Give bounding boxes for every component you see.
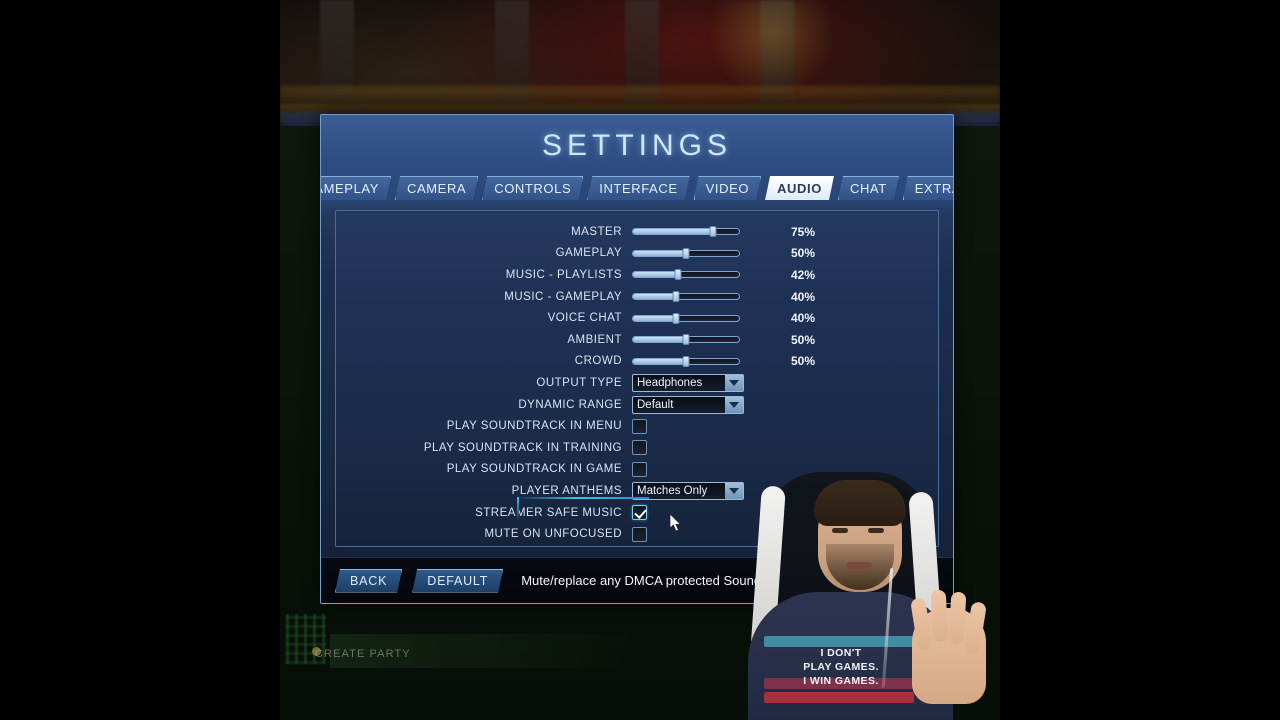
label-soundtrack-training: PLAY SOUNDTRACK IN TRAINING (423, 441, 622, 454)
value-master: 75% (791, 224, 816, 239)
checkbox-mute-on-unfocused[interactable] (632, 526, 647, 542)
tab-gameplay[interactable]: GAMEPLAY (320, 176, 391, 200)
slider-master[interactable] (632, 226, 740, 238)
setting-row-music-playlists: MUSIC - PLAYLISTS 42% (336, 264, 938, 286)
label-voice-chat: VOICE CHAT (547, 312, 622, 325)
label-streamer-safe-music: STREAMER SAFE MUSIC (475, 506, 622, 519)
tab-video[interactable]: VIDEO (694, 176, 761, 200)
default-button[interactable]: DEFAULT (412, 569, 503, 593)
slider-crowd[interactable] (632, 355, 740, 367)
dropdown-dynamic-range-value: Default (637, 398, 674, 411)
slider-ambient[interactable] (632, 334, 740, 346)
label-music-gameplay: MUSIC - GAMEPLAY (504, 290, 622, 303)
label-master: MASTER (571, 225, 622, 238)
person-eye-right (868, 528, 884, 533)
tab-camera[interactable]: CAMERA (395, 176, 478, 200)
checkbox-soundtrack-training[interactable] (632, 440, 647, 456)
slider-gameplay-volume[interactable] (632, 247, 740, 259)
value-ambient: 50% (791, 332, 816, 347)
webcam-overlay: I DON'T PLAY GAMES. I WIN GAMES. (700, 440, 1000, 720)
settings-tabs: GAMEPLAY CAMERA CONTROLS INTERFACE VIDEO… (321, 176, 953, 200)
slider-music-playlists[interactable] (632, 269, 740, 281)
value-music-gameplay: 40% (791, 289, 816, 304)
value-crowd: 50% (791, 354, 816, 369)
setting-row-ambient: AMBIENT 50% (336, 329, 938, 351)
setting-row-soundtrack-menu: PLAY SOUNDTRACK IN MENU (336, 415, 938, 437)
dropdown-player-anthems-value: Matches Only (637, 484, 708, 497)
tab-controls[interactable]: CONTROLS (482, 176, 583, 200)
shirt-line-2: PLAY GAMES. (803, 661, 879, 673)
setting-row-dynamic-range: DYNAMIC RANGE Default (336, 394, 938, 416)
dropdown-output-type-value: Headphones (637, 376, 703, 389)
checkbox-soundtrack-menu[interactable] (632, 418, 647, 434)
shirt-line-3: I WIN GAMES. (803, 675, 879, 687)
create-party-label: CREATE PARTY (315, 648, 411, 660)
shirt-line-1: I DON'T (820, 647, 862, 659)
tab-chat[interactable]: CHAT (838, 176, 899, 200)
back-button[interactable]: BACK (335, 569, 402, 593)
shirt-text: I DON'T PLAY GAMES. I WIN GAMES. (766, 646, 916, 688)
label-player-anthems: PLAYER ANTHEMS (511, 484, 622, 497)
selection-highlight-horizontal (517, 496, 649, 499)
value-voice-chat: 40% (791, 311, 816, 326)
slider-music-gameplay[interactable] (632, 291, 740, 303)
slider-voice-chat[interactable] (632, 312, 740, 324)
person-eye-left (832, 528, 848, 533)
dropdown-output-type[interactable]: Headphones (632, 373, 744, 392)
setting-row-gameplay-volume: GAMEPLAY 50% (336, 243, 938, 265)
setting-row-master: MASTER 75% (336, 221, 938, 243)
tab-extras[interactable]: EXTRAS (903, 176, 954, 200)
label-crowd: CROWD (574, 355, 622, 368)
label-music-playlists: MUSIC - PLAYLISTS (505, 268, 622, 281)
chevron-down-icon[interactable] (725, 396, 743, 413)
label-output-type: OUTPUT TYPE (536, 376, 622, 389)
label-ambient: AMBIENT (567, 333, 622, 346)
label-gameplay-volume: GAMEPLAY (555, 247, 622, 260)
chevron-down-icon[interactable] (725, 374, 743, 391)
setting-row-voice-chat: VOICE CHAT 40% (336, 307, 938, 329)
setting-row-output-type: OUTPUT TYPE Headphones (336, 372, 938, 394)
page-title: SETTINGS (541, 129, 732, 162)
screen-root: CREATE PARTY SETTINGS GAMEPLAY CAMERA CO… (0, 0, 1280, 720)
label-soundtrack-game: PLAY SOUNDTRACK IN GAME (446, 463, 622, 476)
selection-highlight-vertical (517, 496, 519, 519)
value-music-playlists: 42% (791, 267, 816, 282)
label-dynamic-range: DYNAMIC RANGE (518, 398, 622, 411)
value-gameplay-volume: 50% (791, 246, 816, 261)
label-mute-on-unfocused: MUTE ON UNFOCUSED (484, 528, 622, 541)
person-hair (814, 480, 906, 526)
setting-row-music-gameplay: MUSIC - GAMEPLAY 40% (336, 286, 938, 308)
tab-interface[interactable]: INTERFACE (587, 176, 689, 200)
checkbox-soundtrack-game[interactable] (632, 461, 647, 477)
dropdown-dynamic-range[interactable]: Default (632, 395, 744, 414)
checkbox-streamer-safe-music[interactable] (632, 505, 647, 521)
person-mouth (846, 562, 872, 569)
tab-audio[interactable]: AUDIO (765, 176, 834, 200)
settings-header: SETTINGS GAMEPLAY CAMERA CONTROLS INTERF… (321, 115, 953, 200)
label-soundtrack-menu: PLAY SOUNDTRACK IN MENU (446, 420, 622, 433)
setting-row-crowd: CROWD 50% (336, 351, 938, 373)
